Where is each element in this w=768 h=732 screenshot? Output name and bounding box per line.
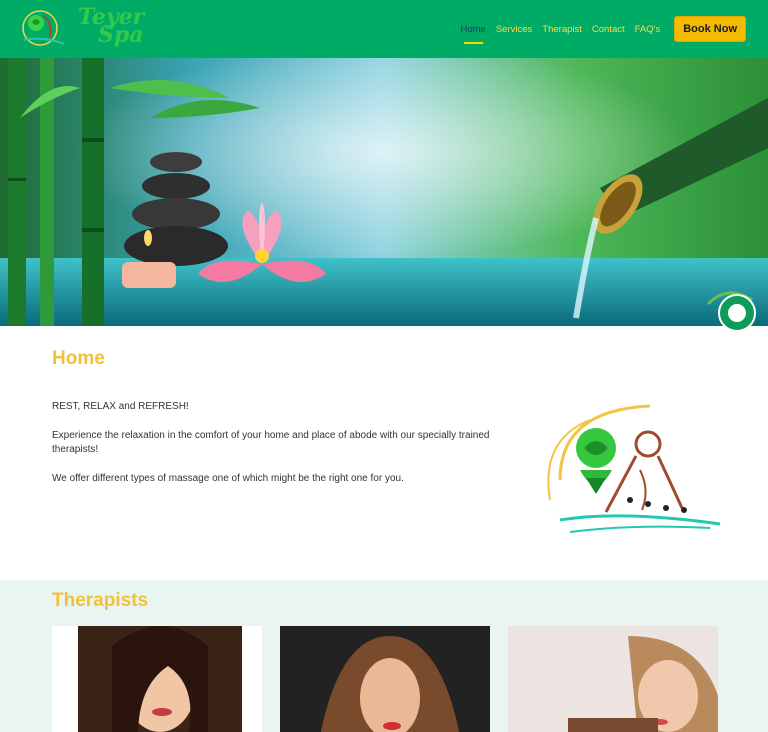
home-tagline: REST, RELAX and REFRESH! — [52, 401, 189, 412]
therapist-card-3[interactable] — [508, 626, 718, 732]
hero-banner — [0, 58, 768, 326]
home-services-note: We offer different types of massage one … — [52, 473, 404, 484]
therapist-card-1[interactable] — [52, 626, 262, 732]
book-now-button[interactable]: Book Now — [674, 16, 746, 42]
therapist-card-2[interactable] — [280, 626, 490, 732]
nav-home[interactable]: Home — [461, 24, 486, 44]
therapist-photo-3-icon — [508, 626, 718, 732]
massage-emblem-icon — [547, 404, 721, 533]
nav-services[interactable]: Services — [496, 24, 532, 35]
therapist-photo-2-icon — [280, 626, 490, 732]
therapist-photo-1-icon — [78, 626, 242, 732]
site-header: Teyer Spa Home Services Therapist Contac… — [0, 0, 768, 58]
home-description: Experience the relaxation in the comfort… — [52, 430, 490, 455]
therapists-title: Therapists — [52, 590, 149, 611]
logo-text: Teyer Spa — [78, 6, 144, 48]
nav-contact[interactable]: Contact — [592, 24, 625, 35]
home-title: Home — [52, 348, 105, 369]
nav-therapist[interactable]: Therapist — [542, 24, 582, 35]
logo-line-2: Spa — [98, 22, 144, 48]
chat-icon — [728, 304, 746, 322]
hero-spa-image — [0, 58, 768, 326]
spa-emblem — [540, 400, 722, 550]
site-logo[interactable]: Teyer Spa — [18, 6, 158, 50]
main-nav: Home Services Therapist Contact FAQ's Bo… — [461, 0, 768, 58]
nav-faqs[interactable]: FAQ's — [635, 24, 661, 35]
spa-logo-icon — [22, 10, 65, 46]
chat-button[interactable] — [718, 294, 756, 332]
therapists-section: Therapists — [0, 580, 768, 732]
